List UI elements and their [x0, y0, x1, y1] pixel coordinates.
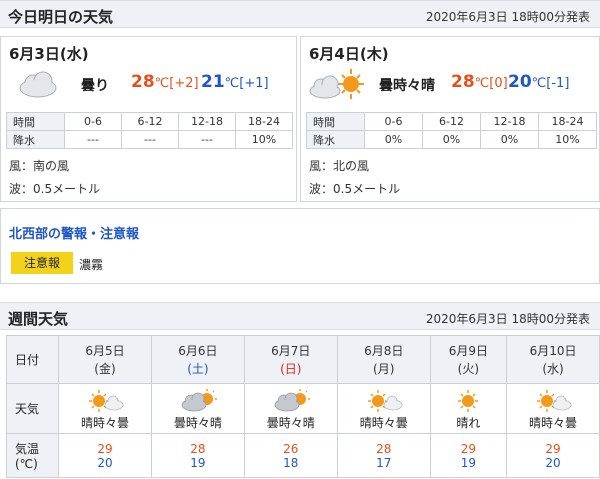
sunny-icon	[458, 390, 479, 412]
weekly-day-6-temp: 29 20	[506, 433, 600, 478]
weekly-day-2-temp: 28 19	[150, 433, 245, 478]
weekly-day-6-weather: 晴時々曇	[506, 383, 600, 434]
weekly-day-5-temp: 29 19	[429, 433, 508, 478]
tomorrow-card: 6月4日(木) 曇時々晴 28℃[0] 20℃[-1] 時間 0-6 6-12 …	[300, 36, 600, 202]
tomorrow-wind: 風：北の風	[309, 159, 370, 173]
advisory-text: 濃霧	[79, 258, 104, 272]
weekly-day-4-weather: 晴時々曇	[336, 383, 431, 434]
weekly-weather-row: 天気 晴時々曇 曇時々晴 曇時々晴 晴時々曇 晴れ 晴時々曇	[6, 383, 600, 434]
tomorrow-weather-label: 曇時々晴	[379, 78, 435, 94]
today-wave: 波：0.5メートル	[9, 182, 101, 196]
sunny-sometimes-cloudy-icon	[537, 390, 572, 412]
weekly-table: 日付 6月5日 (金) 6月6日 (土) 6月7日 (日) 6月8日 (月) 6月9日(…	[6, 335, 600, 478]
rain-value-row: 降水 0% 0% 0% 10%	[306, 130, 597, 149]
sunny-sometimes-cloudy-icon	[88, 390, 124, 412]
rain-header-row: 時間 0-6 6-12 12-18 18-24	[306, 112, 597, 131]
today-card: 6月3日(水) 曇り 28℃[+2] 21℃[+1] 時間 0-6 6-12 1…	[0, 36, 297, 202]
advisory-badge: 注意報	[11, 252, 73, 274]
warning-title-link[interactable]: 北西部の警報・注意報	[9, 223, 139, 242]
rain-value-row: 降水 --- --- --- 10%	[6, 130, 293, 149]
weekly-temp-row: 気温 (℃) 29 20 28 19 26 18 28 17 29 19 29 20	[6, 433, 600, 478]
temp-row-label: 気温 (℃)	[6, 433, 59, 478]
sunny-sometimes-cloudy-icon	[367, 390, 403, 412]
weekly-title: 週間天気	[8, 310, 69, 328]
weekly-day-3-weather: 曇時々晴	[243, 383, 338, 434]
weekly-day-4-date: 6月8日 (月)	[336, 335, 431, 384]
today-low-temp: 21℃[+1]	[201, 72, 269, 92]
cloudy-sometimes-sunny-icon	[274, 389, 310, 412]
weather-row-label: 天気	[6, 383, 59, 434]
tomorrow-low-temp: 20℃[-1]	[508, 72, 570, 92]
cloudy-icon	[19, 71, 57, 98]
today-issued-time: 2020年6月3日 18時00分発表	[425, 10, 590, 24]
tomorrow-wave: 波：0.5メートル	[309, 182, 401, 196]
warning-box: 北西部の警報・注意報 注意報 濃霧	[0, 208, 600, 284]
tomorrow-rain-table: 時間 0-6 6-12 12-18 18-24 降水 0% 0% 0% 10%	[306, 112, 597, 149]
weekly-issued-time: 2020年6月3日 18時00分発表	[425, 312, 590, 326]
weekly-day-4-temp: 28 17	[336, 433, 431, 478]
cloudy-sometimes-sunny-icon	[181, 389, 217, 412]
weekly-day-1-weather: 晴時々曇	[58, 383, 152, 434]
weekly-header: 週間天気 2020年6月3日 18時00分発表	[0, 302, 600, 330]
today-tomorrow-header: 今日明日の天気 2020年6月3日 18時00分発表	[0, 0, 600, 28]
weekly-day-6-date: 6月10日 (水)	[506, 335, 600, 384]
tomorrow-high-temp: 28℃[0]	[451, 72, 508, 92]
weekly-day-3-date: 6月7日 (日)	[243, 335, 338, 384]
today-date: 6月3日(水)	[9, 45, 89, 63]
weekly-day-2-date: 6月6日 (土)	[150, 335, 245, 384]
weekly-day-1-date: 6月5日 (金)	[58, 335, 152, 384]
rain-header-row: 時間 0-6 6-12 12-18 18-24	[6, 112, 293, 131]
weekly-date-row: 日付 6月5日 (金) 6月6日 (土) 6月7日 (日) 6月8日 (月) 6月9日(…	[6, 335, 600, 384]
weekly-day-5-weather: 晴れ	[429, 383, 508, 434]
date-row-label: 日付	[6, 335, 59, 384]
today-rain-table: 時間 0-6 6-12 12-18 18-24 降水 --- --- --- 1…	[6, 112, 293, 149]
today-high-temp: 28℃[+2]	[131, 72, 199, 92]
cloudy-sometimes-sunny-icon	[309, 69, 364, 99]
weekly-day-5-date: 6月9日 (火)	[429, 335, 508, 384]
today-tomorrow-title: 今日明日の天気	[8, 8, 114, 26]
today-wind: 風：南の風	[9, 159, 70, 173]
tomorrow-date: 6月4日(木)	[309, 45, 389, 63]
weekly-day-2-weather: 曇時々晴	[150, 383, 245, 434]
today-weather-label: 曇り	[81, 78, 109, 94]
weekly-day-1-temp: 29 20	[58, 433, 152, 478]
weekly-day-3-temp: 26 18	[243, 433, 338, 478]
